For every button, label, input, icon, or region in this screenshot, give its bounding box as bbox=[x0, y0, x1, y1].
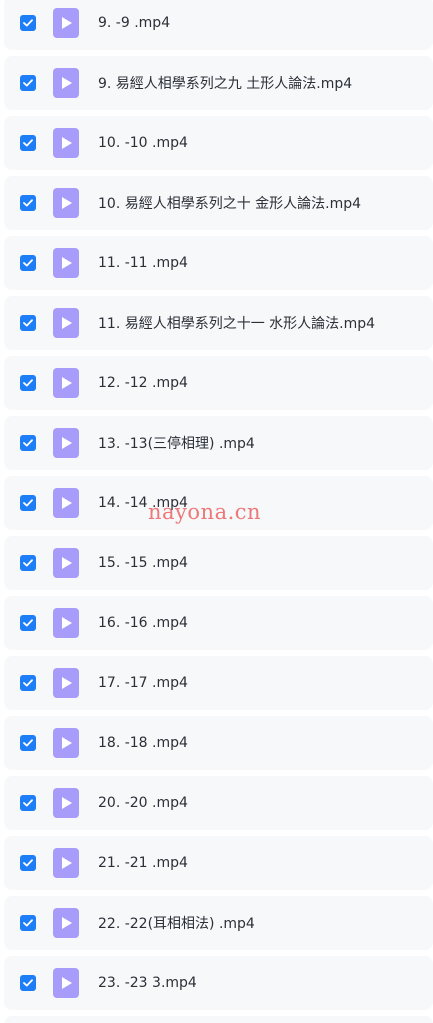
video-file-icon bbox=[53, 488, 79, 518]
file-name: 13. -13(三停相理) .mp4 bbox=[98, 436, 255, 452]
check-icon bbox=[23, 139, 33, 147]
check-icon bbox=[23, 499, 33, 507]
file-name: 14. -14 .mp4 bbox=[98, 495, 188, 511]
checkbox-checked[interactable] bbox=[20, 435, 36, 451]
video-file-icon bbox=[53, 188, 79, 218]
file-name: 20. -20 .mp4 bbox=[98, 795, 188, 811]
file-row[interactable]: 17. -17 .mp4 bbox=[4, 656, 433, 710]
checkbox-checked[interactable] bbox=[20, 255, 36, 271]
check-icon bbox=[23, 379, 33, 387]
file-name: 9. 易經人相學系列之九 土形人論法.mp4 bbox=[98, 76, 353, 92]
file-row[interactable]: 10. 易經人相學系列之十 金形人論法.mp4 bbox=[4, 176, 433, 230]
checkbox-checked[interactable] bbox=[20, 375, 36, 391]
file-row[interactable]: 18. -18 .mp4 bbox=[4, 716, 433, 770]
video-file-icon bbox=[53, 548, 79, 578]
video-file-icon bbox=[53, 308, 79, 338]
check-icon bbox=[23, 739, 33, 747]
file-row[interactable]: 21. -21 .mp4 bbox=[4, 836, 433, 890]
checkbox-checked[interactable] bbox=[20, 795, 36, 811]
video-file-icon bbox=[53, 8, 79, 38]
file-name: 12. -12 .mp4 bbox=[98, 375, 188, 391]
file-row[interactable] bbox=[4, 1016, 433, 1023]
file-name: 21. -21 .mp4 bbox=[98, 855, 188, 871]
checkbox-checked[interactable] bbox=[20, 735, 36, 751]
file-name: 15. -15 .mp4 bbox=[98, 555, 188, 571]
video-file-icon bbox=[53, 68, 79, 98]
check-icon bbox=[23, 19, 33, 27]
file-row[interactable]: 15. -15 .mp4 bbox=[4, 536, 433, 590]
checkbox-checked[interactable] bbox=[20, 855, 36, 871]
video-file-icon bbox=[53, 668, 79, 698]
check-icon bbox=[23, 79, 33, 87]
checkbox-checked[interactable] bbox=[20, 555, 36, 571]
check-icon bbox=[23, 859, 33, 867]
check-icon bbox=[23, 919, 33, 927]
file-name: 11. -11 .mp4 bbox=[98, 255, 188, 271]
checkbox-checked[interactable] bbox=[20, 915, 36, 931]
file-list: 9. -9 .mp4 9. 易經人相學系列之九 土形人論法.mp4 10. -1… bbox=[0, 0, 433, 1023]
check-icon bbox=[23, 199, 33, 207]
checkbox-checked[interactable] bbox=[20, 975, 36, 991]
check-icon bbox=[23, 259, 33, 267]
file-name: 17. -17 .mp4 bbox=[98, 675, 188, 691]
file-row[interactable]: 13. -13(三停相理) .mp4 bbox=[4, 416, 433, 470]
video-file-icon bbox=[53, 248, 79, 278]
checkbox-checked[interactable] bbox=[20, 495, 36, 511]
checkbox-checked[interactable] bbox=[20, 15, 36, 31]
file-row[interactable]: 20. -20 .mp4 bbox=[4, 776, 433, 830]
video-file-icon bbox=[53, 428, 79, 458]
checkbox-checked[interactable] bbox=[20, 135, 36, 151]
file-name: 10. -10 .mp4 bbox=[98, 135, 188, 151]
checkbox-checked[interactable] bbox=[20, 315, 36, 331]
checkbox-checked[interactable] bbox=[20, 195, 36, 211]
file-row[interactable]: 11. 易經人相學系列之十一 水形人論法.mp4 bbox=[4, 296, 433, 350]
check-icon bbox=[23, 439, 33, 447]
file-row[interactable]: 11. -11 .mp4 bbox=[4, 236, 433, 290]
file-row[interactable]: 9. 易經人相學系列之九 土形人論法.mp4 bbox=[4, 56, 433, 110]
video-file-icon bbox=[53, 128, 79, 158]
file-name: 18. -18 .mp4 bbox=[98, 735, 188, 751]
video-file-icon bbox=[53, 908, 79, 938]
file-row[interactable]: 14. -14 .mp4 bbox=[4, 476, 433, 530]
check-icon bbox=[23, 619, 33, 627]
file-row[interactable]: 16. -16 .mp4 bbox=[4, 596, 433, 650]
video-file-icon bbox=[53, 788, 79, 818]
file-row[interactable]: 12. -12 .mp4 bbox=[4, 356, 433, 410]
file-name: 22. -22(耳相相法) .mp4 bbox=[98, 916, 255, 932]
check-icon bbox=[23, 319, 33, 327]
file-name: 16. -16 .mp4 bbox=[98, 615, 188, 631]
file-row[interactable]: 10. -10 .mp4 bbox=[4, 116, 433, 170]
file-name: 23. -23 3.mp4 bbox=[98, 975, 197, 991]
checkbox-checked[interactable] bbox=[20, 675, 36, 691]
video-file-icon bbox=[53, 848, 79, 878]
file-row[interactable]: 22. -22(耳相相法) .mp4 bbox=[4, 896, 433, 950]
check-icon bbox=[23, 799, 33, 807]
check-icon bbox=[23, 979, 33, 987]
checkbox-checked[interactable] bbox=[20, 615, 36, 631]
file-name: 9. -9 .mp4 bbox=[98, 15, 171, 31]
video-file-icon bbox=[53, 968, 79, 998]
video-file-icon bbox=[53, 608, 79, 638]
file-row[interactable]: 9. -9 .mp4 bbox=[4, 0, 433, 50]
checkbox-checked[interactable] bbox=[20, 75, 36, 91]
video-file-icon bbox=[53, 368, 79, 398]
check-icon bbox=[23, 679, 33, 687]
video-file-icon bbox=[53, 728, 79, 758]
file-name: 11. 易經人相學系列之十一 水形人論法.mp4 bbox=[98, 316, 376, 332]
file-row[interactable]: 23. -23 3.mp4 bbox=[4, 956, 433, 1010]
file-name: 10. 易經人相學系列之十 金形人論法.mp4 bbox=[98, 196, 362, 212]
check-icon bbox=[23, 559, 33, 567]
